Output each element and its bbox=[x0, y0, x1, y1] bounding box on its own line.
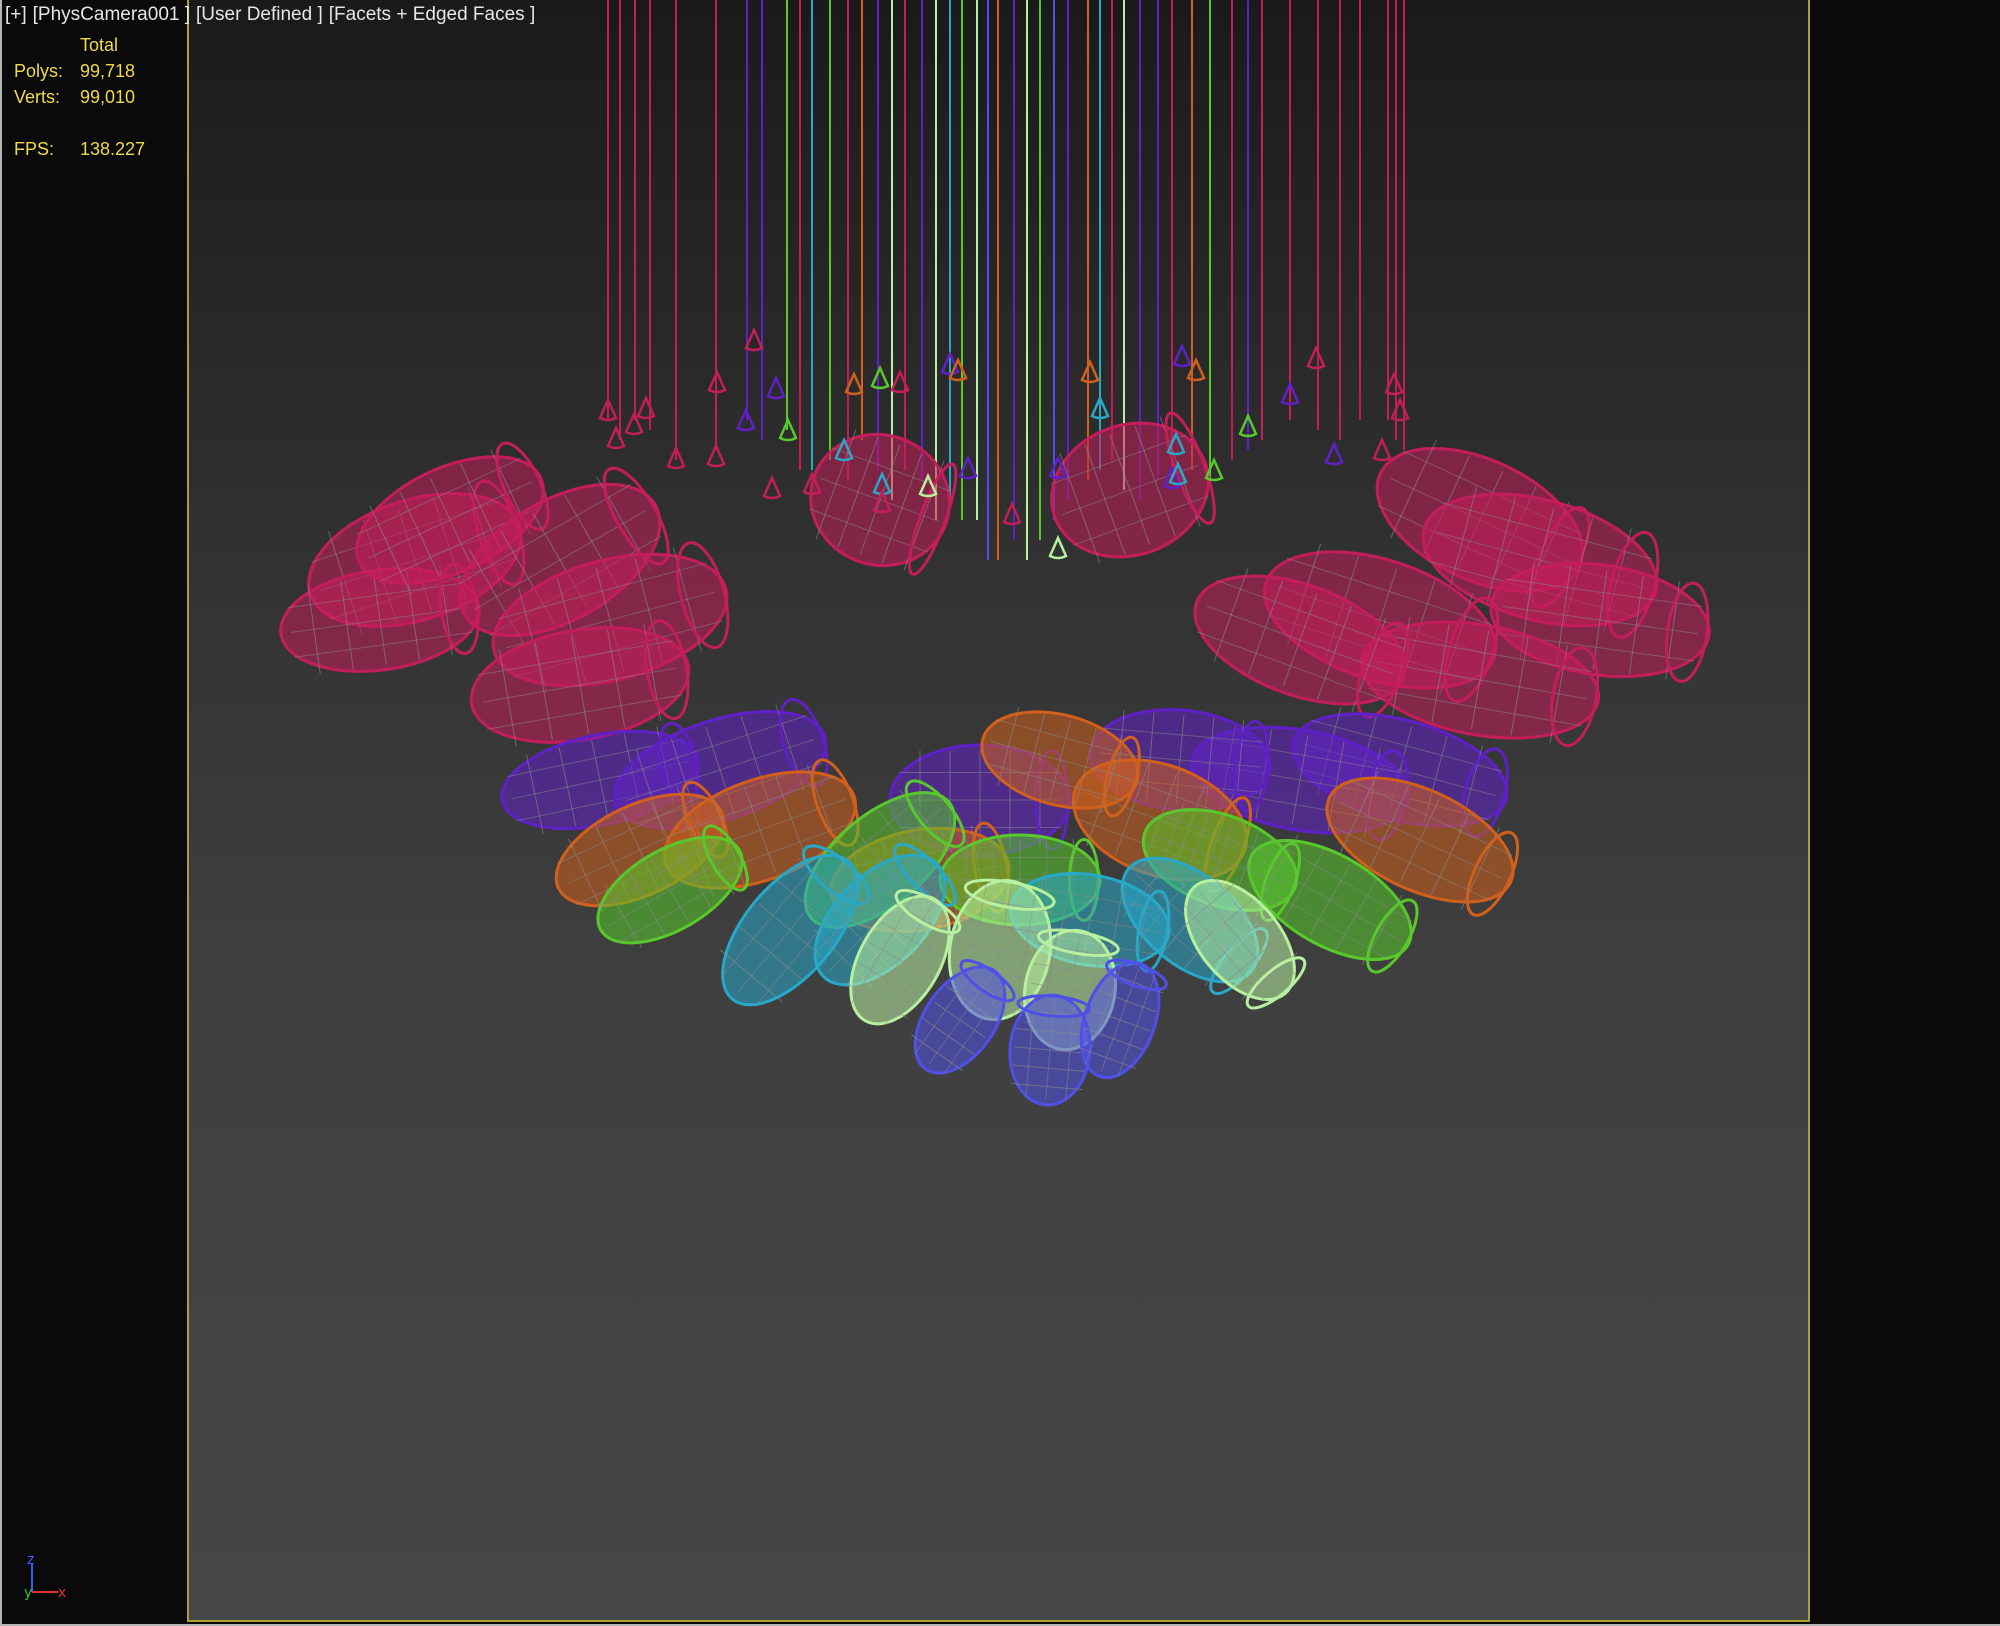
bead-11 bbox=[762, 474, 782, 500]
lamp-shade-6 bbox=[809, 428, 958, 576]
polys-row: Polys: 99,718 bbox=[14, 58, 145, 84]
bead-40 bbox=[1390, 396, 1410, 422]
shading-label[interactable]: [Facets + Edged Faces ] bbox=[329, 4, 535, 26]
chandelier-wireframe-scene[interactable] bbox=[0, 0, 2000, 1626]
bead-9 bbox=[766, 374, 786, 400]
lamp-shade-7 bbox=[1050, 411, 1216, 564]
lamp-shades bbox=[279, 411, 1711, 1107]
bead-7 bbox=[744, 326, 764, 352]
bead-23 bbox=[1002, 500, 1022, 526]
hanging-beads bbox=[598, 326, 1410, 560]
bead-30 bbox=[1172, 342, 1192, 368]
axis-z-label: z bbox=[27, 1552, 34, 1568]
hanging-wires bbox=[607, 0, 1405, 560]
viewport[interactable]: [+] [PhysCamera001 ] [User Defined ] [Fa… bbox=[0, 0, 2000, 1626]
fps-value: 138.227 bbox=[80, 138, 146, 159]
statistics-overlay: Total Polys: 99,718 Verts: 99,010 FPS: 1… bbox=[14, 32, 145, 162]
camera-label[interactable]: [PhysCamera001 ] bbox=[33, 4, 190, 26]
bead-25 bbox=[1048, 534, 1068, 560]
bead-1 bbox=[606, 424, 626, 450]
axis-y-label: y bbox=[24, 1585, 32, 1601]
verts-label: Verts: bbox=[14, 86, 61, 107]
bead-36 bbox=[1306, 344, 1326, 370]
bead-37 bbox=[1324, 440, 1344, 466]
bead-26 bbox=[1080, 358, 1100, 384]
bead-38 bbox=[1372, 436, 1392, 462]
verts-row: Verts: 99,010 bbox=[14, 84, 145, 110]
view-label[interactable]: [User Defined ] bbox=[196, 4, 323, 26]
axis-gizmo-icon: z y x bbox=[24, 1552, 66, 1601]
bead-3 bbox=[636, 394, 656, 420]
polys-label: Polys: bbox=[14, 60, 64, 81]
fps-row: FPS: 138.227 bbox=[14, 136, 145, 162]
bead-5 bbox=[706, 442, 726, 468]
viewport-label-bar: [+] [PhysCamera001 ] [User Defined ] [Fa… bbox=[5, 4, 535, 26]
bead-15 bbox=[870, 364, 890, 390]
fps-label: FPS: bbox=[14, 138, 55, 159]
polys-value: 99,718 bbox=[80, 60, 136, 81]
stats-header: Total bbox=[80, 34, 119, 55]
axis-x-label: x bbox=[58, 1585, 66, 1601]
viewport-menu-button[interactable]: [+] bbox=[5, 4, 27, 26]
verts-value: 99,010 bbox=[80, 86, 136, 107]
